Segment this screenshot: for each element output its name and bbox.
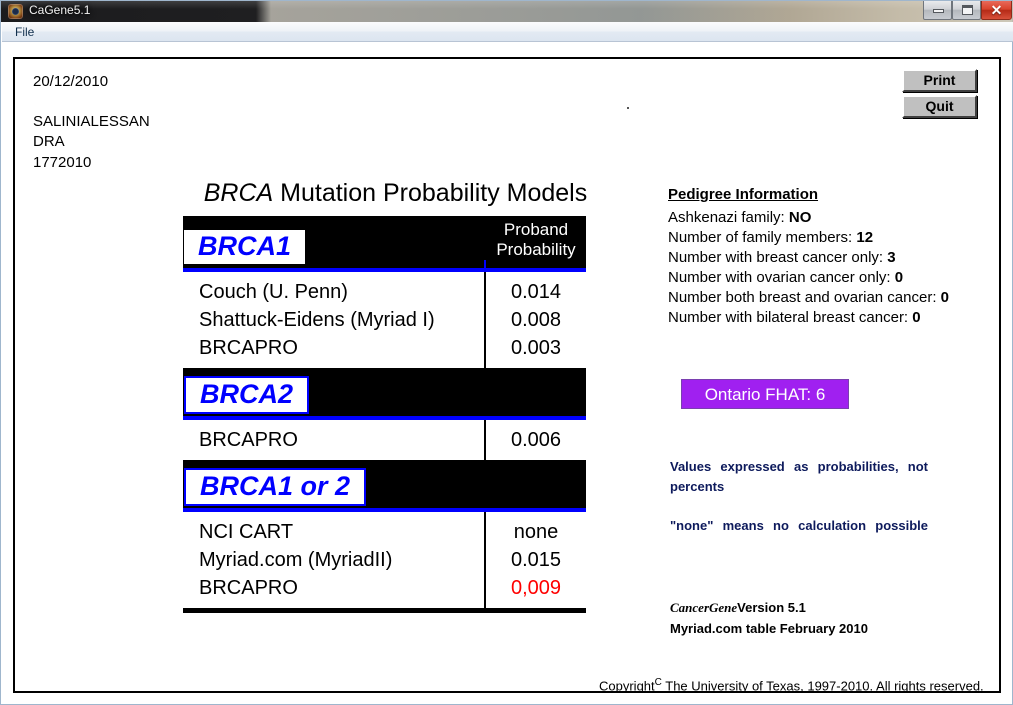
copyright-pre: Copyright <box>599 678 655 693</box>
pedigree-item-value: 0 <box>940 289 949 306</box>
note-none-means: "none" means no calculation possible <box>670 518 928 533</box>
pedigree-item-label: Number of family members: <box>668 229 857 246</box>
pedigree-info-item: Number both breast and ovarian cancer: 0 <box>668 289 949 306</box>
table-section-header: BRCA2 <box>183 368 586 420</box>
quit-button[interactable]: Quit <box>902 95 977 118</box>
probability-value: 0.003 <box>510 337 562 359</box>
patient-line2: DRA <box>33 133 65 150</box>
model-name: Myriad.com (MyriadII) <box>199 549 393 571</box>
close-button[interactable]: ✕ <box>981 1 1012 20</box>
probability-value: 0.008 <box>510 309 562 331</box>
pedigree-info-title: Pedigree Information <box>668 186 819 203</box>
myriad-table-date: Myriad.com table February 2010 <box>670 621 868 636</box>
copyright-notice: CopyrightC The University of Texas, 1997… <box>599 677 984 693</box>
pedigree-item-label: Number with ovarian cancer only: <box>668 269 895 286</box>
title-bar: CaGene5.1 ✕ <box>1 1 1013 22</box>
print-button[interactable]: Print <box>902 69 977 92</box>
pedigree-info-item: Number with bilateral breast cancer: 0 <box>668 309 921 326</box>
gene-tag: BRCA1 <box>184 230 306 264</box>
model-name: NCI CART <box>199 521 294 543</box>
page-title-rest: Mutation Probability Models <box>273 179 588 207</box>
table-row: Couch (U. Penn) 0.014 <box>183 278 586 306</box>
pedigree-item-label: Ashkenazi family: <box>668 209 789 226</box>
model-name: Couch (U. Penn) <box>199 281 348 303</box>
cancergene-wordmark: CancerGene <box>670 600 738 615</box>
pedigree-info-item: Ashkenazi family: NO <box>668 209 811 226</box>
decorative-dot <box>627 107 629 109</box>
table-section-rows: Couch (U. Penn) 0.014 Shattuck-Eidens (Myr… <box>183 272 586 368</box>
pedigree-item-label: Number with bilateral breast cancer: <box>668 309 913 326</box>
column-header-proband-probability: Proband Probability <box>486 220 586 260</box>
model-name: BRCAPRO <box>199 577 298 599</box>
cancergene-version: CancerGeneVersion 5.1 <box>670 600 806 616</box>
probability-value: 0.006 <box>510 429 562 451</box>
table-row: Myriad.com (MyriadII) 0.015 <box>183 546 586 574</box>
table-row: BRCAPRO 0,009 <box>183 574 586 602</box>
pedigree-item-value: NO <box>788 209 812 226</box>
gene-tag: BRCA1 or 2 <box>184 468 367 506</box>
column-header-line2: Probability <box>496 240 576 259</box>
version-label: Version 5.1 <box>737 600 806 615</box>
table-section-rows: NCI CART none Myriad.com (MyriadII) 0.015 BR… <box>183 512 586 608</box>
table-section-rows: BRCAPRO 0.006 <box>183 420 586 460</box>
pedigree-info-item: Number of family members: 12 <box>668 229 873 246</box>
app-icon <box>8 4 23 19</box>
column-header-line1: Proband <box>503 220 569 239</box>
pedigree-item-value: 0 <box>912 309 921 326</box>
page-title: BRCA Mutation Probability Models <box>193 179 598 208</box>
ontario-fhat-badge: Ontario FHAT: 6 <box>681 379 849 409</box>
table-row: BRCAPRO 0.003 <box>183 334 586 362</box>
pedigree-item-label: Number with breast cancer only: <box>668 249 888 266</box>
pedigree-item-value: 12 <box>856 229 874 246</box>
note-values-expressed: Values expressed as probabilities, not p… <box>670 459 928 494</box>
probability-value: 0.014 <box>510 281 562 303</box>
model-name: BRCAPRO <box>199 337 298 359</box>
pedigree-info-item: Number with ovarian cancer only: 0 <box>668 269 903 286</box>
maximize-icon <box>962 5 973 15</box>
probability-value: none <box>513 521 559 543</box>
minimize-button[interactable] <box>923 1 952 20</box>
pedigree-item-value: 0 <box>894 269 904 286</box>
report-panel: 20/12/2010 SALINIALESSAN DRA 1772010 Pri… <box>13 57 1001 693</box>
pedigree-item-label: Number both breast and ovarian cancer: <box>668 289 941 306</box>
application-window: CaGene5.1 ✕ File 20/12/2010 SALINIALESSA… <box>0 0 1013 705</box>
mutation-probability-table: BRCA1 Proband Probability Couch (U. Penn) 0.… <box>183 216 586 613</box>
model-name: BRCAPRO <box>199 429 298 451</box>
copyright-symbol: C <box>654 677 662 688</box>
copyright-post: The University of Texas, 1997-2010. All … <box>661 678 984 693</box>
report-date: 20/12/2010 <box>33 73 109 90</box>
model-name: Shattuck-Eidens (Myriad I) <box>199 309 435 331</box>
window-title: CaGene5.1 <box>29 3 91 17</box>
close-icon: ✕ <box>990 2 1003 18</box>
maximize-button[interactable] <box>952 1 981 20</box>
table-section-header: BRCA1 Proband Probability <box>183 216 586 272</box>
probability-value: 0.015 <box>510 549 562 571</box>
table-row: NCI CART none <box>183 518 586 546</box>
pedigree-item-value: 3 <box>887 249 896 266</box>
menu-bar: File <box>2 22 1013 42</box>
patient-line3: 1772010 <box>33 154 92 171</box>
menu-item-file[interactable]: File <box>12 25 37 39</box>
gene-tag: BRCA2 <box>184 376 310 414</box>
pedigree-info-item: Number with breast cancer only: 3 <box>668 249 896 266</box>
table-row: BRCAPRO 0.006 <box>183 426 586 454</box>
page-title-gene: BRCA <box>203 179 274 207</box>
minimize-icon <box>933 9 944 13</box>
table-row: Shattuck-Eidens (Myriad I) 0.008 <box>183 306 586 334</box>
table-section-header: BRCA1 or 2 <box>183 460 586 512</box>
patient-name: SALINIALESSAN <box>33 113 150 130</box>
probability-value: 0,009 <box>510 577 562 599</box>
